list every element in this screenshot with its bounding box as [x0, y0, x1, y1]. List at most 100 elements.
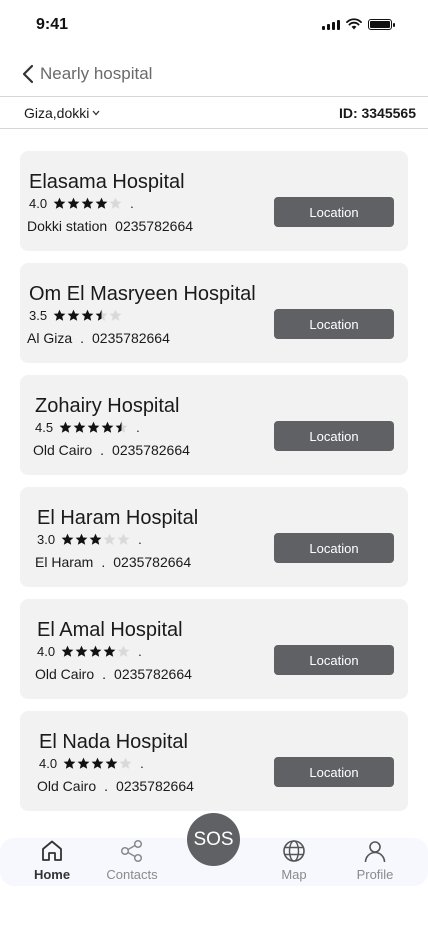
hospital-phone: 0235782664 — [113, 554, 192, 570]
location-button[interactable]: Location — [274, 757, 394, 787]
hospital-card: Zohairy Hospital 4.5 . Old Cairo . 02357… — [20, 375, 408, 475]
hospital-meta: Dokki station 0235782664 — [27, 218, 193, 234]
nav-home[interactable]: Home — [17, 838, 87, 882]
signal-icon — [322, 19, 340, 30]
wifi-icon — [346, 18, 362, 30]
star-half-icon — [115, 421, 128, 433]
star-filled-icon — [53, 309, 66, 321]
star-filled-icon — [75, 645, 88, 657]
star-filled-icon — [59, 421, 72, 433]
hospital-area: Old Cairo — [33, 442, 93, 458]
hospital-meta: Old Cairo . 0235782664 — [35, 666, 192, 682]
hospital-meta: Old Cairo . 0235782664 — [37, 778, 194, 794]
star-filled-icon — [67, 309, 80, 321]
rating-value: 3.5 — [29, 308, 48, 323]
rating-value: 4.0 — [37, 644, 56, 659]
separator-dot: . — [136, 420, 140, 435]
hospital-area: El Haram — [35, 554, 94, 570]
hospital-rating: 4.0 . — [39, 756, 144, 771]
location-button[interactable]: Location — [274, 533, 394, 563]
hospital-name: El Nada Hospital — [39, 731, 188, 753]
star-empty-icon — [109, 309, 122, 321]
user-icon — [364, 841, 386, 863]
star-filled-icon — [103, 645, 116, 657]
user-id: ID: 3345565 — [338, 104, 416, 121]
location-value: Giza,dokki — [24, 104, 90, 121]
star-filled-icon — [95, 197, 108, 209]
status-icons — [322, 18, 395, 30]
hospital-card: Elasama Hospital 4.0 . Dokki station 023… — [20, 151, 408, 251]
location-button[interactable]: Location — [274, 645, 394, 675]
location-button[interactable]: Location — [274, 309, 394, 339]
star-filled-icon — [63, 757, 76, 769]
hospital-meta: Al Giza . 0235782664 — [27, 330, 170, 346]
hospital-card: Om El Masryeen Hospital 3.5 Al Giza . 02… — [20, 263, 408, 363]
hospital-phone: 0235782664 — [92, 330, 170, 346]
rating-stars — [53, 197, 122, 210]
star-empty-icon — [117, 533, 130, 545]
hospital-rating: 3.0 . — [37, 532, 142, 547]
battery-icon — [368, 18, 395, 30]
nav-contacts-label: Contacts — [106, 867, 158, 882]
globe-icon — [283, 840, 305, 862]
rating-value: 4.5 — [35, 420, 54, 435]
hospital-area: Old Cairo — [37, 778, 97, 794]
location-button[interactable]: Location — [274, 421, 394, 451]
star-half-icon — [95, 309, 108, 321]
star-filled-icon — [81, 309, 94, 321]
separator-dot: . — [104, 778, 109, 794]
hospital-phone: 0235782664 — [114, 666, 192, 682]
rating-value: 4.0 — [29, 196, 48, 211]
hospital-card: El Amal Hospital 4.0 . Old Cairo . 02357… — [20, 599, 408, 699]
separator-dot: . — [80, 330, 85, 346]
star-filled-icon — [77, 757, 90, 769]
star-filled-icon — [91, 757, 104, 769]
hospital-rating: 3.5 — [29, 308, 122, 323]
star-filled-icon — [61, 645, 74, 657]
star-filled-icon — [73, 421, 86, 433]
hospital-phone: 0235782664 — [115, 218, 194, 234]
star-filled-icon — [75, 533, 88, 545]
share-icon — [120, 839, 143, 863]
page-title: Nearly hospital — [40, 64, 153, 83]
star-filled-icon — [67, 197, 80, 209]
hospital-list: Elasama Hospital 4.0 . Dokki station 023… — [20, 151, 408, 823]
hospital-area: Dokki station — [27, 218, 108, 234]
location-button[interactable]: Location — [274, 197, 394, 227]
star-filled-icon — [105, 757, 118, 769]
separator-dot: . — [100, 442, 105, 458]
location-dropdown[interactable]: Giza,dokki — [24, 105, 100, 121]
hospital-meta: El Haram . 0235782664 — [35, 554, 191, 570]
star-filled-icon — [101, 421, 114, 433]
nav-home-label: Home — [33, 867, 71, 882]
hospital-area: Old Cairo — [35, 666, 95, 682]
separator-dot: . — [101, 554, 106, 570]
rating-stars — [61, 645, 130, 658]
star-filled-icon — [53, 197, 66, 209]
rating-value: 3.0 — [37, 532, 56, 547]
star-filled-icon — [89, 533, 102, 545]
nav-map[interactable]: Map — [259, 838, 329, 882]
nav-map-label: Map — [281, 867, 307, 882]
star-empty-icon — [109, 197, 122, 209]
hospital-name: Elasama Hospital — [29, 171, 185, 193]
rating-stars — [61, 533, 130, 546]
hospital-phone: 0235782664 — [112, 442, 190, 458]
nav-contacts[interactable]: Contacts — [97, 838, 167, 882]
hospital-area: Al Giza — [27, 330, 73, 346]
chevron-down-icon — [92, 110, 100, 115]
star-empty-icon — [119, 757, 132, 769]
rating-stars — [63, 757, 132, 770]
hospital-name: Om El Masryeen Hospital — [29, 283, 256, 305]
nav-profile-label: Profile — [356, 867, 394, 882]
hospital-name: El Haram Hospital — [37, 507, 199, 529]
hospital-meta: Old Cairo . 0235782664 — [33, 442, 190, 458]
sos-button[interactable]: SOS — [187, 813, 240, 866]
home-icon — [42, 840, 62, 861]
star-filled-icon — [89, 645, 102, 657]
status-bar: 9:41 — [0, 0, 428, 50]
separator-dot: . — [130, 196, 134, 211]
nav-profile[interactable]: Profile — [340, 838, 410, 882]
separator-dot: . — [138, 532, 142, 547]
hospital-phone: 0235782664 — [116, 778, 194, 794]
